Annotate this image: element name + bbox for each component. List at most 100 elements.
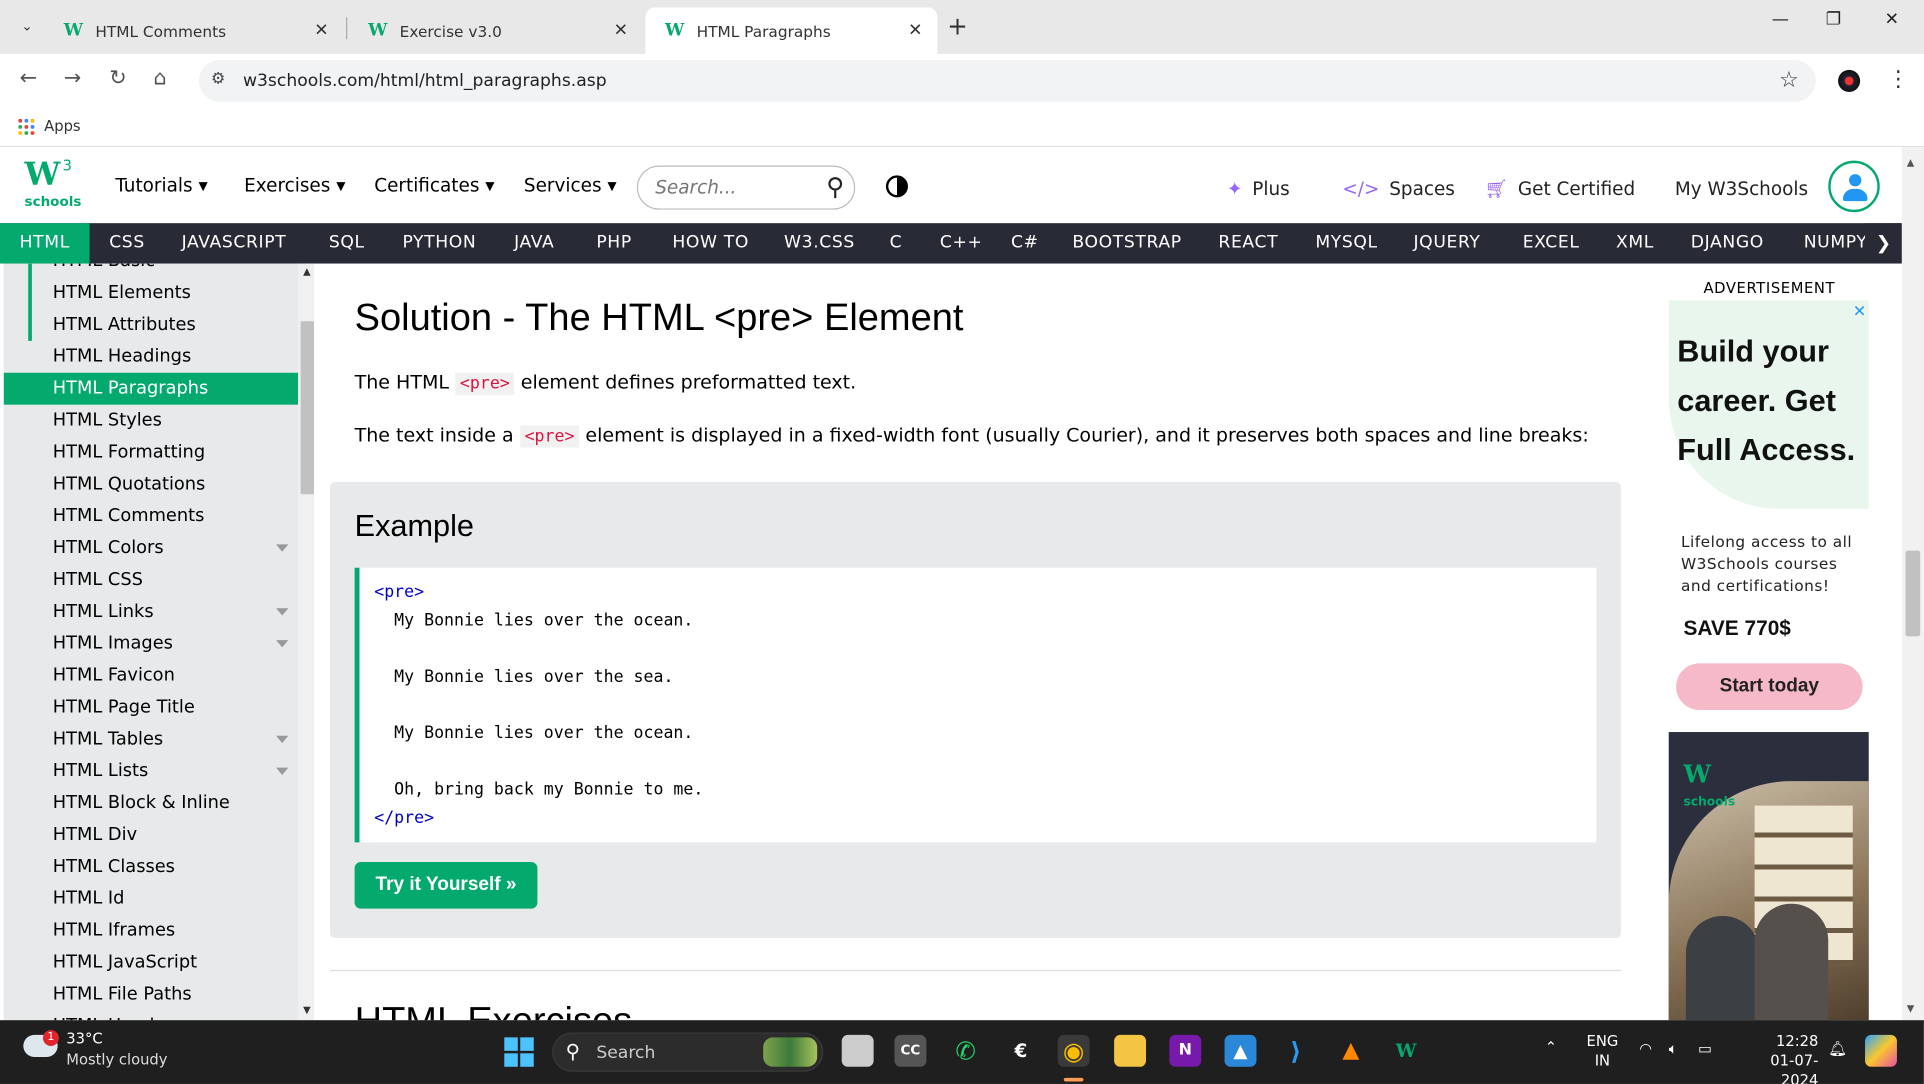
plus-link[interactable]: ✦ Plus [1227, 178, 1290, 200]
profile-avatar-icon[interactable] [1838, 69, 1861, 92]
topic-php[interactable]: PHP [577, 223, 652, 263]
sidebar-item[interactable]: HTML File Paths [4, 979, 298, 1011]
sidebar-item[interactable]: HTML Page Title [4, 692, 298, 724]
spaces-link[interactable]: </> Spaces [1342, 178, 1455, 200]
photos-icon[interactable]: ▲ [1224, 1034, 1257, 1067]
topic-c[interactable]: C [870, 223, 922, 263]
topic-mysql[interactable]: MYSQL [1296, 223, 1398, 263]
scroll-down-arrow-icon[interactable]: ▼ [303, 1004, 311, 1015]
expand-caret-icon[interactable] [276, 608, 289, 616]
topic-java[interactable]: JAVA [494, 223, 574, 263]
tray-chevron-up-icon[interactable]: ⌃ [1545, 1039, 1557, 1056]
topic-python[interactable]: PYTHON [383, 223, 496, 263]
close-tab-icon[interactable]: ✕ [307, 21, 336, 41]
sidebar-item[interactable]: HTML Basic [4, 264, 298, 277]
sidebar-item[interactable]: HTML Images [4, 628, 298, 660]
topic-html[interactable]: HTML [0, 223, 90, 264]
browser-menu-icon[interactable]: ⋮ [1887, 66, 1909, 92]
volume-icon[interactable]: 🔈︎ [1669, 1040, 1678, 1058]
vlc-icon[interactable]: ▲ [1335, 1035, 1367, 1067]
topic-cpp[interactable]: C++ [920, 223, 1002, 263]
topic-sql[interactable]: SQL [309, 223, 384, 263]
get-certified-link[interactable]: 🛒︎ Get Certified [1485, 178, 1636, 200]
bookmark-star-icon[interactable]: ☆ [1779, 67, 1799, 93]
menu-certificates[interactable]: Certificates ▾ [374, 174, 494, 196]
w3schools-logo[interactable]: W 3 schools [22, 157, 82, 213]
sidebar-item[interactable]: HTML Paragraphs [3, 372, 299, 405]
site-search-input[interactable] [655, 176, 809, 199]
sidebar-item[interactable]: HTML Id [4, 883, 298, 915]
tab-html-paragraphs[interactable]: W HTML Paragraphs ✕ [645, 7, 938, 54]
sidebar-item[interactable]: HTML JavaScript [4, 947, 298, 979]
sidebar-item[interactable]: HTML Elements [4, 277, 298, 309]
sidebar-item[interactable]: HTML Head [4, 1010, 298, 1021]
topic-css[interactable]: CSS [90, 223, 165, 263]
sidebar-item[interactable]: HTML Links [4, 596, 298, 628]
apps-bookmark[interactable]: Apps [44, 118, 80, 135]
home-icon[interactable]: ⌂ [153, 66, 166, 91]
chevron-right-icon[interactable]: ❯ [1865, 223, 1902, 264]
topic-w3css[interactable]: W3.CSS [764, 223, 874, 263]
close-window-icon[interactable]: ✕ [1885, 10, 1899, 30]
sidebar-item[interactable]: HTML Colors [4, 532, 298, 564]
topic-xml[interactable]: XML [1596, 223, 1673, 263]
wifi-icon[interactable]: ◠ [1639, 1040, 1652, 1057]
tab-search-chevron-icon[interactable]: ⌄ [12, 10, 41, 42]
sidebar-item[interactable]: HTML Formatting [4, 437, 298, 469]
sidebar-item[interactable]: HTML Block & Inline [4, 787, 298, 819]
sidebar-item[interactable]: HTML Comments [4, 500, 298, 532]
topic-react[interactable]: REACT [1199, 223, 1298, 263]
sidebar-item[interactable]: HTML Iframes [4, 915, 298, 947]
w3schools-app-icon[interactable]: W [1390, 1035, 1422, 1067]
new-tab-plus-icon[interactable]: + [947, 11, 968, 40]
whatsapp-icon[interactable]: ✆ [950, 1035, 982, 1067]
menu-services[interactable]: Services ▾ [524, 174, 617, 196]
page-scrollbar[interactable]: ▲ ▼ [1901, 147, 1924, 1021]
try-it-yourself-button[interactable]: Try it Yourself » [354, 862, 538, 909]
sidebar-item[interactable]: HTML Div [4, 819, 298, 851]
my-w3schools-link[interactable]: My W3Schools [1675, 178, 1808, 200]
expand-caret-icon[interactable] [276, 544, 289, 552]
file-explorer-icon[interactable] [1114, 1034, 1147, 1067]
copilot-icon[interactable] [1865, 1034, 1897, 1067]
notification-bell-icon[interactable]: 🔔︎ [1828, 1040, 1847, 1057]
chrome-icon[interactable]: ◉ [1057, 1034, 1090, 1067]
sidebar-item[interactable]: HTML Quotations [4, 468, 298, 500]
forward-arrow-icon[interactable]: → [64, 66, 81, 91]
sidebar-item[interactable]: HTML Styles [4, 405, 298, 437]
taskbar-search[interactable]: ⚲ Search [552, 1032, 824, 1072]
topic-excel[interactable]: EXCEL [1503, 223, 1599, 263]
weather-temp[interactable]: 33°C [66, 1030, 102, 1047]
sidebar-item[interactable]: HTML Headings [4, 341, 298, 373]
close-tab-icon[interactable]: ✕ [901, 21, 930, 41]
sidebar-scrollbar[interactable]: ▲ ▼ [298, 263, 315, 1021]
language-indicator[interactable]: ENG IN [1587, 1031, 1619, 1070]
sidebar-item[interactable]: HTML Classes [4, 851, 298, 883]
restore-icon[interactable]: ❐ [1826, 10, 1841, 30]
closed-caption-app-icon[interactable]: CC [894, 1034, 927, 1067]
dark-mode-toggle-icon[interactable] [885, 175, 908, 198]
back-arrow-icon[interactable]: ← [20, 66, 37, 91]
vscode-icon[interactable]: ⟩ [1280, 1035, 1312, 1067]
url-text[interactable]: w3schools.com/html/html_paragraphs.asp [243, 71, 607, 91]
start-today-button[interactable]: Start today [1676, 663, 1863, 710]
onenote-icon[interactable]: N [1169, 1034, 1202, 1067]
site-settings-icon[interactable]: ⚙ [211, 70, 225, 88]
tab-html-comments[interactable]: W HTML Comments ✕ [44, 7, 343, 54]
ad-close-icon[interactable]: ✕ [1853, 303, 1866, 321]
weather-desc[interactable]: Mostly cloudy [66, 1051, 167, 1068]
topic-bootstrap[interactable]: BOOTSTRAP [1053, 223, 1202, 263]
topic-jquery[interactable]: JQUERY [1394, 223, 1500, 263]
sidebar-scroll-thumb[interactable] [300, 321, 315, 495]
system-clock[interactable]: 12:28 01-07-2024 [1737, 1031, 1818, 1084]
sidebar-item[interactable]: HTML Attributes [4, 309, 298, 341]
tab-exercise[interactable]: W Exercise v3.0 ✕ [348, 7, 642, 54]
menu-exercises[interactable]: Exercises ▾ [244, 174, 345, 196]
apps-grid-icon[interactable] [18, 118, 35, 135]
minimize-icon[interactable]: — [1772, 10, 1789, 30]
topic-javascript[interactable]: JAVASCRIPT [162, 223, 306, 263]
expand-caret-icon[interactable] [276, 767, 289, 775]
reload-icon[interactable]: ↻ [109, 66, 126, 91]
sidebar-item[interactable]: HTML Lists [4, 755, 298, 787]
user-avatar-icon[interactable] [1828, 160, 1880, 213]
